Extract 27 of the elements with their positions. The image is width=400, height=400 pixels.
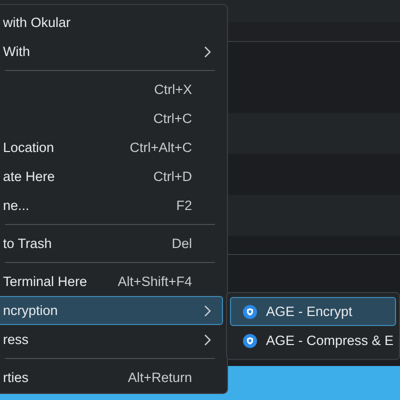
menu-item[interactable]: rties Alt+Return xyxy=(0,363,223,392)
chevron-right-icon xyxy=(204,304,210,316)
menu-item[interactable]: ne... F2 xyxy=(0,191,223,220)
menu-item[interactable]: Ctrl+C xyxy=(0,104,223,133)
shortcut-label: Ctrl+C xyxy=(153,111,192,126)
shortcut-label: Ctrl+Alt+C xyxy=(130,140,192,155)
shortcut-label: Alt+Return xyxy=(128,370,192,385)
chevron-right-icon xyxy=(204,46,210,58)
menu-item[interactable]: With xyxy=(0,37,223,66)
shield-icon xyxy=(243,334,257,348)
shield-icon xyxy=(243,304,257,318)
menu-item[interactable]: AGE - Compress & E xyxy=(230,326,396,355)
menu-item[interactable]: ncryption xyxy=(0,296,223,325)
menu-item[interactable]: ress xyxy=(0,325,223,354)
shortcut-label: Ctrl+X xyxy=(154,82,192,97)
menu-item[interactable]: to Trash Del xyxy=(0,229,223,258)
menu-item[interactable]: with Okular xyxy=(0,8,223,37)
shortcut-label: Del xyxy=(172,236,192,251)
shortcut-label: Alt+Shift+F4 xyxy=(118,274,192,289)
shortcut-label: Ctrl+D xyxy=(153,169,192,184)
menu-item[interactable]: Location Ctrl+Alt+C xyxy=(0,133,223,162)
shortcut-label: F2 xyxy=(176,198,192,213)
menu-item[interactable]: Ctrl+X xyxy=(0,75,223,104)
menu-item[interactable]: AGE - Encrypt xyxy=(230,297,396,326)
menu-item[interactable]: Terminal Here Alt+Shift+F4 xyxy=(0,267,223,296)
chevron-right-icon xyxy=(204,334,210,346)
menu-item[interactable]: ate Here Ctrl+D xyxy=(0,162,223,191)
